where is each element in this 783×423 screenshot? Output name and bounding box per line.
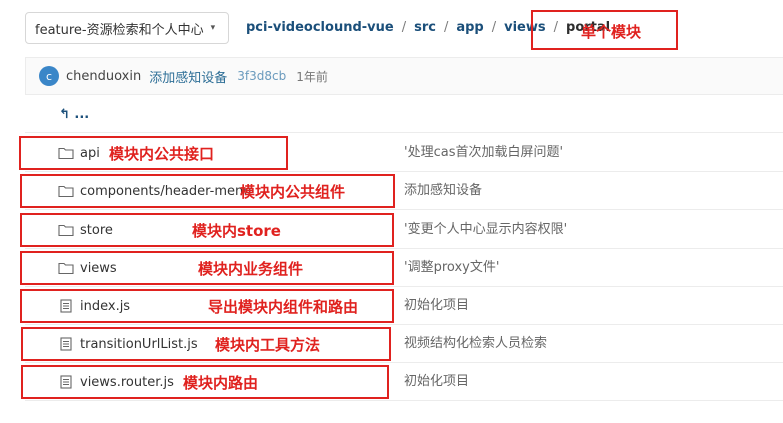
parent-directory-link[interactable]: ↰ ... bbox=[59, 107, 89, 122]
file-last-commit-message[interactable]: '变更个人中心显示内容权限' bbox=[404, 211, 567, 249]
breadcrumb-separator: / bbox=[491, 20, 497, 35]
annotation-box: 模块内公共接口 bbox=[19, 136, 288, 170]
file-last-commit-message[interactable]: '调整proxy文件' bbox=[404, 249, 499, 287]
last-commit-bar: c chenduoxin 添加感知设备 3f3d8cb 1年前 bbox=[25, 57, 783, 95]
breadcrumb-separator: / bbox=[443, 20, 449, 35]
commit-sha[interactable]: 3f3d8cb bbox=[237, 69, 286, 83]
annotation-box: 模块内路由 bbox=[21, 365, 389, 399]
annotation-box: 模块内工具方法 bbox=[21, 327, 391, 361]
annotation-box: 导出模块内组件和路由 bbox=[20, 289, 394, 323]
annotation-box: 模块内业务组件 bbox=[20, 251, 394, 285]
annotation-label: 模块内store bbox=[192, 221, 281, 240]
annotation-label: 模块内业务组件 bbox=[198, 259, 304, 278]
breadcrumb-item-app[interactable]: app bbox=[456, 20, 483, 35]
annotation-label: 单个模块 bbox=[581, 23, 642, 41]
breadcrumb-item-src[interactable]: src bbox=[414, 20, 436, 35]
file-last-commit-message[interactable]: '处理cas首次加载白屏问题' bbox=[404, 134, 563, 172]
parent-directory-row: ↰ ... bbox=[25, 95, 783, 133]
branch-label: feature-资源检索和个人中心 bbox=[35, 22, 204, 38]
annotation-box: 模块内store bbox=[20, 213, 394, 247]
chevron-down-icon: ▾ bbox=[210, 23, 216, 33]
file-last-commit-message[interactable]: 初始化项目 bbox=[404, 363, 469, 401]
branch-selector[interactable]: feature-资源检索和个人中心 ▾ bbox=[25, 12, 229, 44]
breadcrumb-item-repo[interactable]: pci-videoclound-vue bbox=[246, 20, 394, 35]
annotation-label: 导出模块内组件和路由 bbox=[208, 297, 359, 316]
commit-author[interactable]: chenduoxin bbox=[66, 69, 141, 84]
annotation-box: 模块内公共组件 bbox=[20, 174, 395, 208]
avatar[interactable]: c bbox=[39, 66, 59, 86]
commit-message[interactable]: 添加感知设备 bbox=[149, 67, 227, 86]
file-last-commit-message[interactable]: 初始化项目 bbox=[404, 287, 469, 325]
annotation-label: 模块内公共接口 bbox=[109, 144, 215, 163]
annotation-label: 模块内工具方法 bbox=[215, 335, 321, 354]
commit-time: 1年前 bbox=[296, 69, 328, 84]
breadcrumb-separator: / bbox=[401, 20, 407, 35]
file-last-commit-message[interactable]: 视频结构化检索人员检索 bbox=[404, 325, 547, 363]
annotation-label: 模块内路由 bbox=[183, 373, 259, 392]
annotation-box-module: 单个模块 bbox=[531, 10, 678, 50]
file-last-commit-message[interactable]: 添加感知设备 bbox=[404, 172, 482, 210]
annotation-label: 模块内公共组件 bbox=[240, 182, 346, 201]
